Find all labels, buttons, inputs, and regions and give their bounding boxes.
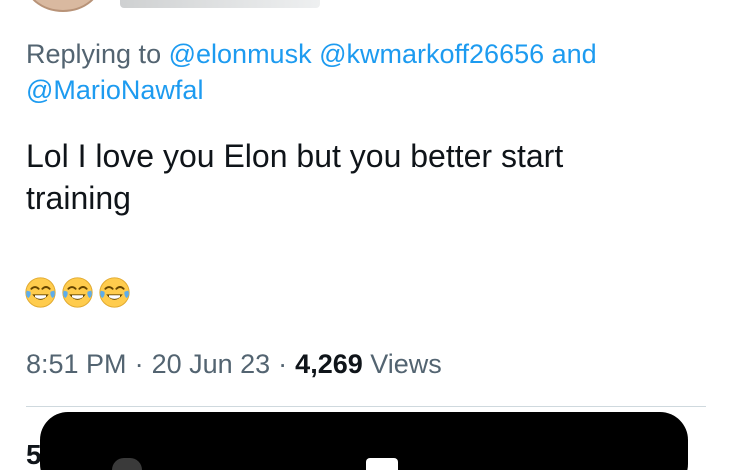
tweet-meta: 8:51 PM · 20 Jun 23 · 4,269 Views [26, 346, 442, 382]
meta-separator: · [278, 349, 288, 379]
replying-to-label: Replying to [26, 39, 162, 69]
tweet-time[interactable]: 8:51 PM [26, 349, 127, 379]
replying-to-line: Replying to @elonmusk @kwmarkoff26656 an… [26, 36, 706, 108]
tweet-detail-screen: Replying to @elonmusk @kwmarkoff26656 an… [0, 0, 731, 470]
divider [26, 406, 706, 407]
face-with-tears-of-joy-icon [25, 277, 56, 308]
tweet-text: Lol I love you Elon but you better start… [26, 135, 716, 219]
mention-marionawfal[interactable]: @MarioNawfal [26, 75, 203, 105]
replying-to-and: and [551, 39, 597, 69]
face-with-tears-of-joy-icon [99, 277, 130, 308]
tweet-text-line-2: training [26, 180, 131, 216]
views-label[interactable]: Views [370, 349, 442, 379]
tweet-date[interactable]: 20 Jun 23 [152, 349, 271, 379]
views-count[interactable]: 4,269 [295, 349, 363, 379]
mention-kwmarkoff26656[interactable]: @kwmarkoff26656 [319, 39, 544, 69]
author-handle [120, 0, 320, 8]
meta-separator: · [134, 349, 144, 379]
overlay-shape [112, 458, 142, 470]
face-with-tears-of-joy-icon [62, 277, 93, 308]
overlay-shape [366, 458, 398, 470]
mention-elonmusk[interactable]: @elonmusk [169, 39, 312, 69]
avatar[interactable] [24, 0, 102, 12]
emoji-row [24, 276, 131, 316]
tweet-text-line-1: Lol I love you Elon but you better start [26, 138, 564, 174]
